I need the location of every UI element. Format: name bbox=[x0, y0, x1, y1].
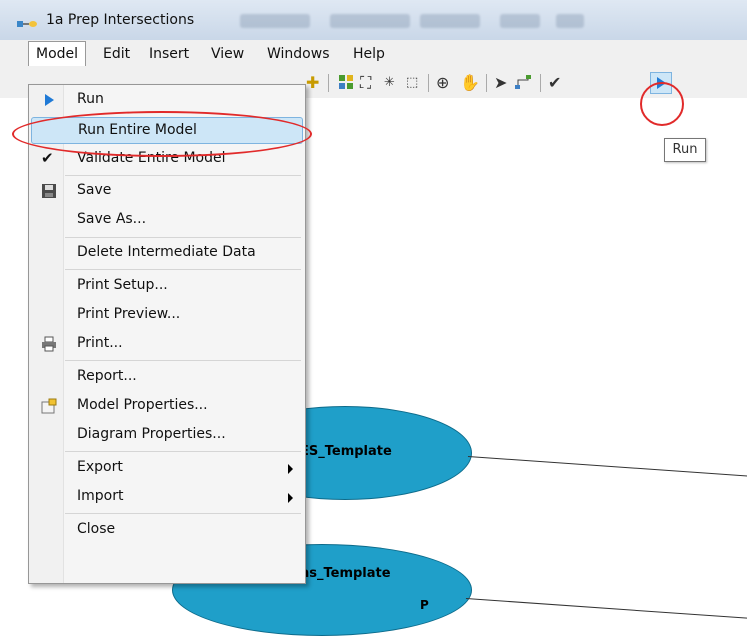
menu-item-label: Print Setup... bbox=[77, 277, 168, 293]
menu-item-label: Import bbox=[77, 488, 124, 504]
title-bar: 1a Prep Intersections bbox=[0, 0, 747, 40]
menu-windows[interactable]: Windows bbox=[260, 44, 337, 64]
menu-item-label: Save As... bbox=[77, 211, 147, 227]
menu-separator bbox=[65, 269, 301, 270]
menu-insert[interactable]: Insert bbox=[142, 44, 196, 64]
window-title: 1a Prep Intersections bbox=[46, 12, 195, 28]
add-data-icon[interactable]: ✚ bbox=[306, 73, 319, 92]
run-button-annotation bbox=[640, 82, 684, 126]
model-builder-icon bbox=[17, 21, 37, 27]
menu-bar: Model Edit Insert View Windows Help bbox=[0, 40, 747, 66]
run-entire-model-annotation bbox=[12, 111, 312, 157]
menu-item-diagram-properties[interactable]: Diagram Properties... bbox=[31, 422, 303, 449]
zoom-in-fixed-icon[interactable]: ⬚ bbox=[406, 75, 418, 90]
menu-item-label: Print... bbox=[77, 335, 123, 351]
full-extent-icon[interactable]: ⛶ bbox=[360, 73, 371, 93]
menu-edit[interactable]: Edit bbox=[96, 44, 137, 64]
properties-icon bbox=[41, 398, 57, 414]
pan-icon[interactable]: ✋ bbox=[460, 73, 480, 92]
menu-separator bbox=[65, 237, 301, 238]
run-tooltip: Run bbox=[664, 138, 706, 162]
zoom-out-fixed-icon[interactable]: ✳ bbox=[384, 75, 395, 90]
model-menu: Run Run Entire Model ✔ Validate Entire M… bbox=[28, 84, 306, 584]
floppy-disk-icon bbox=[42, 184, 56, 198]
parameter-marker: P bbox=[420, 598, 429, 612]
menu-item-label: Run bbox=[77, 91, 104, 107]
menu-separator bbox=[65, 360, 301, 361]
menu-item-run[interactable]: Run bbox=[31, 87, 303, 114]
menu-item-import[interactable]: Import bbox=[31, 484, 303, 511]
menu-item-label: Diagram Properties... bbox=[77, 426, 226, 442]
menu-item-save-as[interactable]: Save As... bbox=[31, 207, 303, 234]
menu-item-label: Close bbox=[77, 521, 116, 537]
menu-item-delete-intermediate-data[interactable]: Delete Intermediate Data bbox=[31, 240, 303, 267]
menu-model[interactable]: Model bbox=[28, 41, 87, 66]
menu-separator bbox=[65, 513, 301, 514]
menu-item-print-preview[interactable]: Print Preview... bbox=[31, 302, 303, 329]
menu-item-label: Save bbox=[77, 182, 112, 198]
menu-help[interactable]: Help bbox=[346, 44, 392, 64]
connect-icon[interactable] bbox=[514, 74, 532, 90]
connector-line-1 bbox=[467, 456, 747, 477]
menu-view[interactable]: View bbox=[204, 44, 251, 64]
checkmark-icon: ✔ bbox=[41, 149, 54, 167]
menu-item-label: Export bbox=[77, 459, 123, 475]
submenu-arrow-icon bbox=[288, 493, 293, 503]
menu-separator bbox=[65, 175, 301, 176]
menu-item-label: Delete Intermediate Data bbox=[77, 244, 256, 260]
validate-icon[interactable]: ✔ bbox=[548, 73, 561, 92]
menu-item-export[interactable]: Export bbox=[31, 455, 303, 482]
menu-item-report[interactable]: Report... bbox=[31, 364, 303, 391]
printer-icon bbox=[42, 336, 56, 352]
menu-item-label: Report... bbox=[77, 368, 137, 384]
menu-item-model-properties[interactable]: Model Properties... bbox=[31, 393, 303, 420]
menu-item-print-setup[interactable]: Print Setup... bbox=[31, 273, 303, 300]
menu-item-close[interactable]: Close bbox=[31, 517, 303, 544]
select-pointer-icon[interactable]: ➤ bbox=[494, 73, 507, 92]
auto-layout-icon[interactable] bbox=[338, 74, 354, 90]
connector-line-2 bbox=[465, 598, 747, 619]
menu-item-save[interactable]: Save bbox=[31, 178, 303, 205]
ellipse-label-2: ns_Template bbox=[300, 566, 391, 581]
menu-separator bbox=[65, 451, 301, 452]
menu-item-label: Print Preview... bbox=[77, 306, 181, 322]
zoom-in-icon[interactable]: ⊕ bbox=[436, 73, 449, 92]
play-icon bbox=[45, 94, 54, 106]
submenu-arrow-icon bbox=[288, 464, 293, 474]
menu-item-print[interactable]: Print... bbox=[31, 331, 303, 358]
ellipse-label-1: ES_Template bbox=[300, 444, 392, 459]
menu-item-label: Model Properties... bbox=[77, 397, 208, 413]
